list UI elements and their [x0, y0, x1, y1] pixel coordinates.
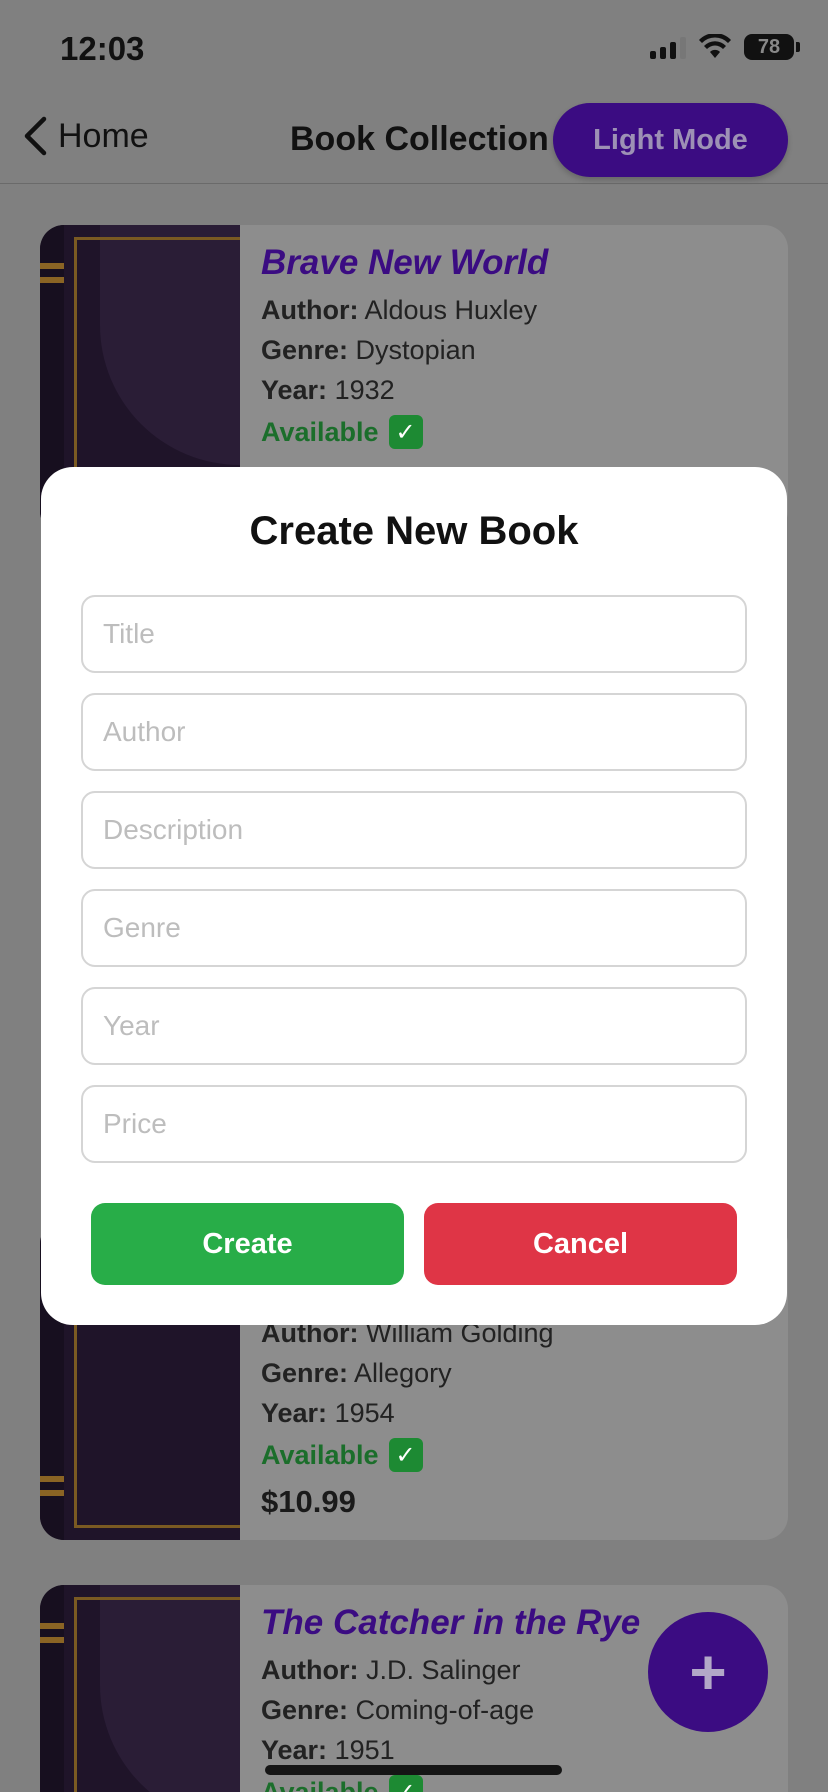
- checkmark-icon: ✓: [388, 1438, 423, 1472]
- wifi-icon: [699, 34, 731, 58]
- year-input[interactable]: [81, 987, 747, 1065]
- book-genre: Genre: Coming-of-age: [261, 1695, 535, 1725]
- author-input[interactable]: [81, 693, 747, 771]
- availability-status: Available ✓: [261, 415, 548, 449]
- book-cover: [40, 1585, 240, 1792]
- add-book-button[interactable]: +: [648, 1612, 768, 1732]
- status-bar: 12:03 78: [0, 0, 828, 96]
- navigation-bar: Home Book Collection Light Mode: [0, 96, 828, 184]
- title-input[interactable]: [81, 595, 747, 673]
- page-title: Book Collection: [290, 120, 549, 158]
- description-input[interactable]: [81, 791, 747, 869]
- book-author: Author: Aldous Huxley: [261, 295, 538, 325]
- book-year: Year: 1932: [261, 375, 395, 405]
- book-price: $10.99: [261, 1484, 356, 1519]
- cancel-button[interactable]: Cancel: [424, 1203, 737, 1285]
- genre-input[interactable]: [81, 889, 747, 967]
- modal-title: Create New Book: [249, 509, 579, 553]
- book-genre: Genre: Allegory: [261, 1358, 452, 1388]
- chevron-left-icon: [24, 116, 47, 156]
- battery-icon: 78: [744, 34, 800, 60]
- create-book-modal: Create New Book Create Cancel: [41, 467, 787, 1325]
- availability-status: Available ✓: [261, 1438, 554, 1472]
- signal-icon: [650, 35, 686, 59]
- plus-icon: +: [689, 1636, 727, 1708]
- light-mode-button[interactable]: Light Mode: [553, 103, 788, 177]
- book-year: Year: 1951: [261, 1735, 395, 1765]
- checkmark-icon: ✓: [388, 415, 423, 449]
- price-input[interactable]: [81, 1085, 747, 1163]
- book-year: Year: 1954: [261, 1398, 395, 1428]
- create-button[interactable]: Create: [91, 1203, 404, 1285]
- book-genre: Genre: Dystopian: [261, 335, 476, 365]
- availability-status: Available ✓: [261, 1775, 640, 1792]
- book-title: The Catcher in the Rye: [261, 1603, 641, 1642]
- back-label: Home: [58, 116, 149, 155]
- back-button[interactable]: Home: [22, 116, 149, 156]
- status-time: 12:03: [60, 30, 145, 67]
- book-title: Brave New World: [261, 243, 549, 282]
- battery-level: 78: [757, 35, 781, 58]
- book-author: Author: J.D. Salinger: [261, 1655, 521, 1685]
- home-indicator: [265, 1765, 562, 1775]
- checkmark-icon: ✓: [388, 1775, 423, 1792]
- status-icons: 78: [650, 34, 800, 60]
